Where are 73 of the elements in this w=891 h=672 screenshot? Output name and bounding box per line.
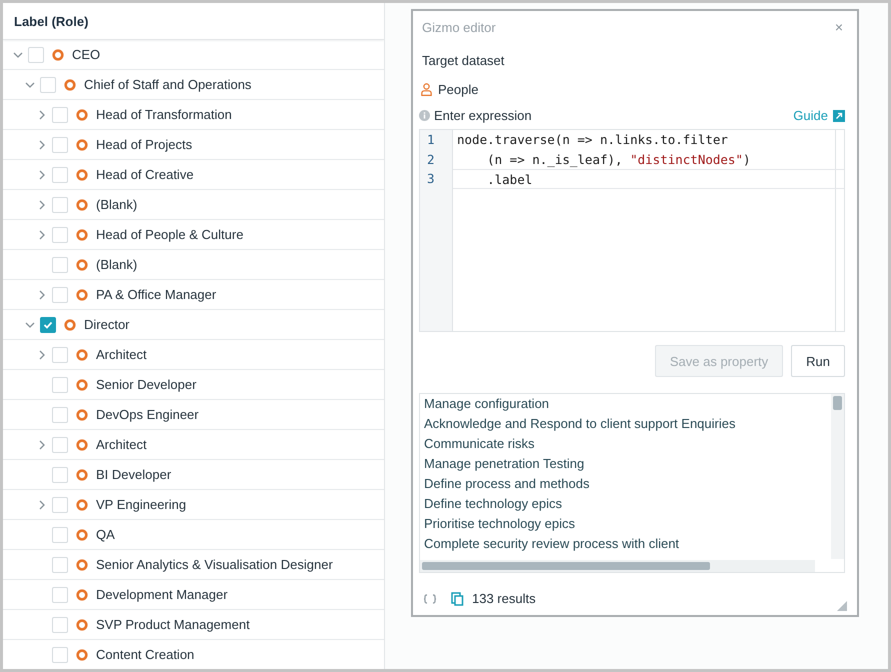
code-line: .label	[453, 169, 844, 188]
result-item: Define technology epics	[423, 495, 562, 513]
node-label[interactable]: QA	[96, 527, 115, 542]
copy-icon[interactable]	[451, 592, 464, 606]
node-label[interactable]: Architect	[96, 437, 147, 452]
node-label[interactable]: DevOps Engineer	[96, 407, 199, 422]
ring-icon	[76, 378, 88, 390]
ring-icon	[76, 258, 88, 270]
result-item: Manage configuration	[423, 395, 550, 413]
node-label[interactable]: Architect	[96, 347, 147, 362]
window-title: Gizmo editor	[422, 20, 496, 34]
node-label[interactable]: (Blank)	[96, 257, 138, 272]
scrollbar-thumb[interactable]	[833, 396, 842, 410]
node-label[interactable]: Head of Projects	[96, 137, 192, 152]
node-label[interactable]: PA & Office Manager	[96, 287, 216, 302]
action-button[interactable]: Run	[791, 345, 845, 377]
dataset-name: People	[438, 82, 478, 97]
field-label: Target dataset	[422, 53, 506, 68]
ring-icon	[76, 138, 88, 150]
person-icon	[421, 83, 432, 96]
node-label[interactable]: Senior Analytics & Visualisation Designer	[96, 557, 333, 572]
result-item: Communicate risks	[423, 435, 535, 453]
result-item: Complete security review process with client	[423, 535, 680, 553]
line-number: 1	[426, 131, 436, 149]
code-editor[interactable]: 1 2 3 node.traverse(n => n.links.to.filter (n => n._is_leaf), "distinctNodes") .label	[419, 129, 845, 332]
ring-icon	[76, 198, 88, 210]
node-label[interactable]: Content Creation	[96, 647, 194, 662]
ring-icon	[76, 108, 88, 120]
ring-icon	[76, 468, 88, 480]
resize-handle[interactable]	[837, 601, 847, 611]
node-label[interactable]: Head of People & Culture	[96, 227, 244, 242]
node-label[interactable]: Head of Transformation	[96, 107, 232, 122]
ring-icon	[76, 558, 88, 570]
code-line: node.traverse(n => n.links.to.filter	[456, 131, 729, 149]
ring-icon	[76, 498, 88, 510]
node-label[interactable]: Head of Creative	[96, 167, 194, 182]
result-item: Manage penetration Testing	[423, 455, 584, 473]
ring-icon	[76, 228, 88, 240]
node-label[interactable]: (Blank)	[96, 197, 138, 212]
line-number: 3	[426, 170, 436, 188]
ring-icon	[76, 648, 88, 660]
node-label[interactable]: Chief of Staff and Operations	[84, 77, 252, 92]
node-label[interactable]: SVP Product Management	[96, 617, 250, 632]
ring-icon	[76, 288, 88, 300]
ring-icon	[76, 528, 88, 540]
ring-icon	[76, 348, 88, 360]
info-icon	[419, 110, 430, 121]
ring-icon	[64, 318, 76, 330]
ring-icon	[76, 438, 88, 450]
result-count: 133 results	[472, 591, 536, 606]
result-item: Acknowledge and Respond to client support Enquiries	[423, 415, 736, 433]
braces-icon[interactable]	[423, 594, 437, 604]
node-label[interactable]: VP Engineering	[96, 497, 186, 512]
field-label: Enter expression	[434, 108, 532, 123]
column-header[interactable]: Label (Role)	[3, 3, 384, 40]
line-number: 2	[426, 150, 436, 168]
node-label[interactable]: Development Manager	[96, 587, 228, 602]
ring-icon	[76, 408, 88, 420]
checkbox[interactable]	[40, 316, 56, 332]
ring-icon	[52, 48, 64, 60]
ring-icon	[76, 168, 88, 180]
scrollbar-thumb[interactable]	[422, 562, 710, 570]
node-label[interactable]: BI Developer	[96, 467, 172, 482]
ring-icon	[64, 78, 76, 90]
result-item: Define process and methods	[423, 475, 590, 493]
node-label[interactable]: CEO	[72, 47, 100, 62]
code-line: (n => n._is_leaf), "distinctNodes")	[486, 150, 752, 169]
result-item: Prioritise technology epics	[423, 515, 576, 533]
node-label[interactable]: Director	[84, 317, 130, 332]
node-label[interactable]: Senior Developer	[96, 377, 196, 392]
ring-icon	[76, 618, 88, 630]
external-link-icon	[833, 110, 845, 122]
ring-icon	[76, 588, 88, 600]
